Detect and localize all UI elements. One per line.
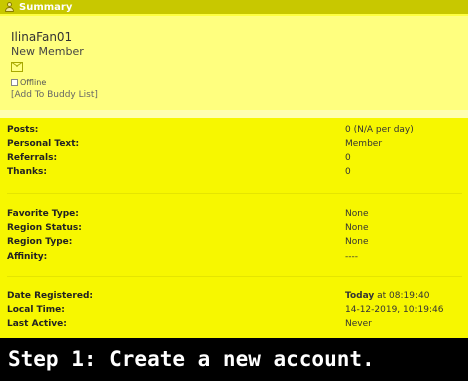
stat-label: Posts:: [7, 125, 39, 135]
last-active-value: Never: [345, 319, 372, 329]
pref-label: Favorite Type:: [7, 209, 79, 219]
pref-value: ----: [345, 252, 358, 262]
stat-label: Referrals:: [7, 153, 58, 163]
local-time-label: Local Time:: [7, 305, 65, 315]
divider: [7, 193, 462, 194]
username: IlinaFan01: [11, 30, 73, 44]
step-caption: Step 1: Create a new account.: [0, 338, 468, 381]
pref-row-favorite-type: Favorite Type: None: [7, 207, 462, 221]
local-time-value: 14-12-2019, 10:19:46: [345, 305, 444, 315]
last-active-row: Last Active: Never: [7, 317, 462, 331]
divider: [7, 276, 462, 277]
stat-row-personal-text: Personal Text: Member: [7, 137, 462, 151]
registered-day: Today: [345, 291, 375, 301]
add-to-buddy-list-link[interactable]: [Add To Buddy List]: [11, 90, 468, 101]
stat-value: 0 (N/A per day): [345, 125, 414, 135]
summary-title: Summary: [19, 1, 73, 13]
stat-row-thanks: Thanks: 0: [7, 165, 462, 179]
stat-value: 0: [345, 167, 351, 177]
email-icon[interactable]: [11, 62, 23, 72]
pref-value: None: [345, 209, 369, 219]
summary-header: Summary: [0, 0, 468, 14]
pref-label: Region Status:: [7, 223, 82, 233]
stat-label: Personal Text:: [7, 139, 80, 149]
member-title: New Member: [11, 45, 84, 58]
stat-label: Thanks:: [7, 167, 47, 177]
section-divider: [0, 110, 468, 118]
local-time-row: Local Time: 14-12-2019, 10:19:46: [7, 303, 462, 317]
offline-status-icon: [11, 79, 18, 86]
user-icon: [4, 1, 16, 13]
status-text: Offline: [20, 78, 47, 87]
pref-value: None: [345, 237, 369, 247]
date-registered-row: Date Registered: Today at 08:19:40: [7, 289, 462, 303]
date-registered-value: Today at 08:19:40: [345, 289, 429, 303]
last-active-label: Last Active:: [7, 319, 67, 329]
pref-value: None: [345, 223, 369, 233]
registered-time: at 08:19:40: [377, 291, 430, 301]
pref-row-region-status: Region Status: None: [7, 221, 462, 235]
stat-value: 0: [345, 153, 351, 163]
date-registered-label: Date Registered:: [7, 291, 93, 301]
pref-label: Region Type:: [7, 237, 73, 247]
stat-value: Member: [345, 139, 383, 149]
pref-row-affinity: Affinity: ----: [7, 250, 462, 264]
profile-panel: IlinaFan01 New Member Offline [Add To Bu…: [0, 14, 468, 110]
pref-label: Affinity:: [7, 252, 48, 262]
stat-row-referrals: Referrals: 0: [7, 151, 462, 165]
pref-row-region-type: Region Type: None: [7, 235, 462, 249]
stat-row-posts: Posts: 0 (N/A per day): [7, 123, 462, 137]
profile-details: Posts: 0 (N/A per day) Personal Text: Me…: [0, 118, 468, 338]
online-status: Offline: [11, 78, 468, 87]
